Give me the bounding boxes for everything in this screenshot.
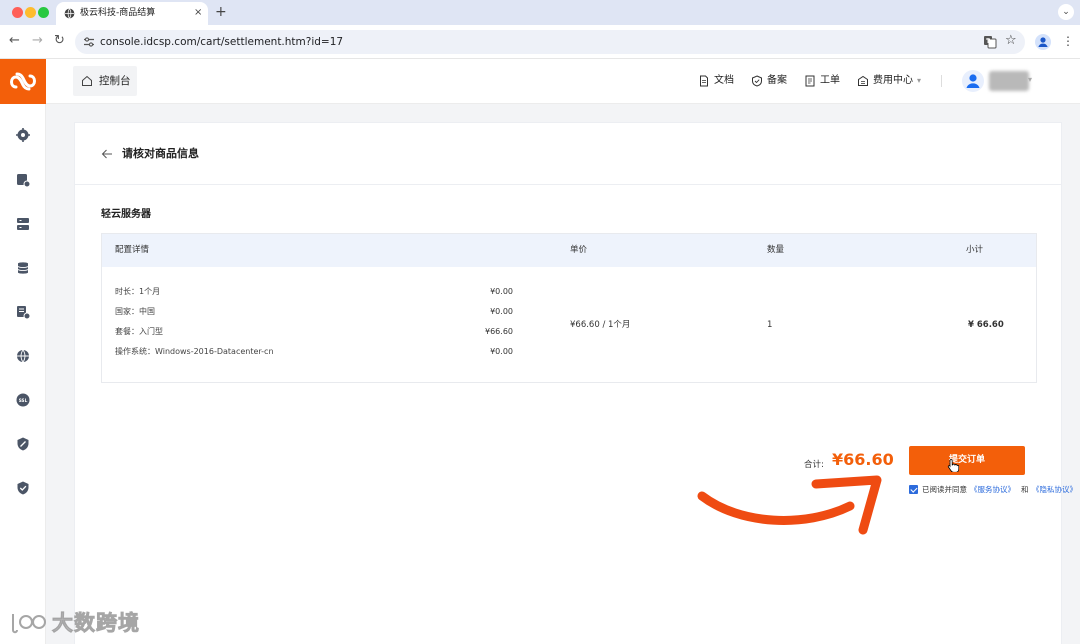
main-area: 请核对商品信息 轻云服务器 配置详情 单价 数量 小计 时长：1个月 ¥0.00… — [46, 104, 1080, 644]
submit-order-button[interactable]: 提交订单 — [909, 446, 1025, 475]
ticket-icon — [805, 75, 815, 87]
profile-icon[interactable] — [1035, 34, 1051, 50]
config-row: 操作系统：Windows-2016-Datacenter-cn ¥0.00 — [115, 345, 513, 359]
user-icon — [966, 74, 980, 88]
window-minimize-button[interactable] — [25, 7, 36, 18]
config-row: 国家：中国 ¥0.00 — [115, 305, 513, 319]
col-config: 配置详情 — [115, 245, 150, 255]
top-header: 控制台 文档 备案 工单 费用中心 ▾ ▾ — [46, 59, 1080, 104]
watermark-logo-icon — [12, 614, 46, 634]
config-key: 套餐：入门型 — [115, 327, 163, 336]
agreement-and-text: 和 — [1021, 485, 1029, 494]
table-header: 配置详情 单价 数量 小计 — [102, 234, 1036, 267]
bookmark-star-icon[interactable]: ☆ — [1005, 33, 1017, 49]
agreement-text: 已阅读并同意 — [922, 485, 967, 494]
config-value: ¥0.00 — [490, 287, 513, 296]
config-value: ¥0.00 — [490, 347, 513, 356]
config-key: 国家：中国 — [115, 307, 155, 316]
window-close-button[interactable] — [12, 7, 23, 18]
pointer-cursor-icon — [947, 459, 959, 472]
config-value: ¥66.60 — [485, 327, 513, 336]
user-caret-icon[interactable]: ▾ — [1028, 73, 1032, 87]
billing-label: 费用中心 — [873, 75, 913, 86]
config-value: ¥0.00 — [490, 307, 513, 316]
unit-price-cell: ¥66.60 / 1个月 — [570, 320, 631, 330]
ssl-icon-label: SSL — [19, 398, 28, 403]
quantity-cell: 1 — [767, 320, 773, 330]
config-row: 套餐：入门型 ¥66.60 — [115, 325, 513, 339]
window-zoom-button[interactable] — [38, 7, 49, 18]
record-label: 备案 — [767, 75, 787, 86]
browser-toolbar: ← → ↻ console.idcsp.com/cart/settlement.… — [0, 25, 1080, 59]
config-key: 时长：1个月 — [115, 287, 161, 296]
brand-logo[interactable] — [0, 59, 46, 104]
ssl-icon[interactable]: SSL — [15, 392, 31, 408]
col-quantity: 数量 — [767, 245, 785, 255]
back-arrow-icon[interactable] — [101, 148, 113, 160]
document-icon — [700, 75, 708, 87]
translate-icon[interactable] — [983, 35, 997, 49]
order-table: 配置详情 单价 数量 小计 时长：1个月 ¥0.00 国家：中国 ¥0.00 套… — [101, 233, 1037, 383]
product-section-title: 轻云服务器 — [101, 209, 151, 220]
server-icon[interactable] — [15, 172, 31, 188]
console-button[interactable]: 控制台 — [73, 66, 137, 96]
tab-search-button[interactable]: ⌄ — [1058, 4, 1074, 20]
docs-label: 文档 — [714, 75, 734, 86]
browser-tab[interactable]: 极云科技-商品结算 × — [56, 2, 208, 25]
billing-caret-icon: ▾ — [917, 76, 922, 85]
browser-titlebar: 极云科技-商品结算 × + ⌄ — [0, 0, 1080, 25]
privacy-agreement-link[interactable]: 《隐私协议》 — [1032, 483, 1077, 497]
col-subtotal: 小计 — [966, 245, 984, 255]
browser-menu-icon[interactable]: ⋮ — [1062, 33, 1074, 49]
side-nav: SSL — [0, 59, 46, 644]
forward-icon[interactable]: → — [32, 33, 43, 49]
col-unit-price: 单价 — [570, 245, 588, 255]
settlement-card: 请核对商品信息 轻云服务器 配置详情 单价 数量 小计 时长：1个月 ¥0.00… — [74, 122, 1077, 644]
total-amount: ¥66.60 — [832, 450, 894, 469]
page-title: 请核对商品信息 — [122, 147, 199, 160]
tab-title: 极云科技-商品结算 — [80, 8, 156, 18]
reload-icon[interactable]: ↻ — [54, 33, 65, 49]
site-settings-icon[interactable] — [82, 35, 96, 49]
annotation-arrow — [697, 475, 882, 535]
globe-nav-icon[interactable] — [15, 348, 31, 364]
username-blurred[interactable] — [989, 71, 1029, 91]
watermark-text: 大数跨境 — [52, 611, 140, 636]
agreement-checkbox[interactable] — [909, 485, 918, 494]
shield-icon[interactable] — [15, 480, 31, 496]
domain-icon[interactable] — [15, 304, 31, 320]
tab-close-button[interactable]: × — [194, 6, 202, 20]
dashboard-icon[interactable] — [15, 127, 31, 143]
back-icon[interactable]: ← — [9, 33, 20, 49]
address-bar[interactable]: console.idcsp.com/cart/settlement.htm?id… — [75, 30, 1025, 54]
card-header: 请核对商品信息 — [75, 123, 1061, 185]
storage-icon[interactable] — [15, 216, 31, 232]
header-divider — [941, 75, 942, 87]
database-icon[interactable] — [15, 260, 31, 276]
config-key: 操作系统：Windows-2016-Datacenter-cn — [115, 347, 274, 356]
globe-icon — [64, 8, 75, 19]
subtotal-cell: ¥ 66.60 — [968, 320, 1004, 330]
service-agreement-link[interactable]: 《服务协议》 — [970, 483, 1015, 497]
home-icon — [82, 75, 92, 86]
console-label: 控制台 — [99, 75, 131, 87]
security-icon[interactable] — [15, 436, 31, 452]
config-row: 时长：1个月 ¥0.00 — [115, 285, 513, 299]
avatar[interactable] — [962, 70, 984, 92]
url-text[interactable]: console.idcsp.com/cart/settlement.htm?id… — [100, 34, 343, 50]
shield-check-icon — [752, 75, 762, 87]
billing-icon — [858, 75, 868, 86]
ticket-label: 工单 — [820, 75, 840, 86]
new-tab-button[interactable]: + — [215, 3, 227, 21]
